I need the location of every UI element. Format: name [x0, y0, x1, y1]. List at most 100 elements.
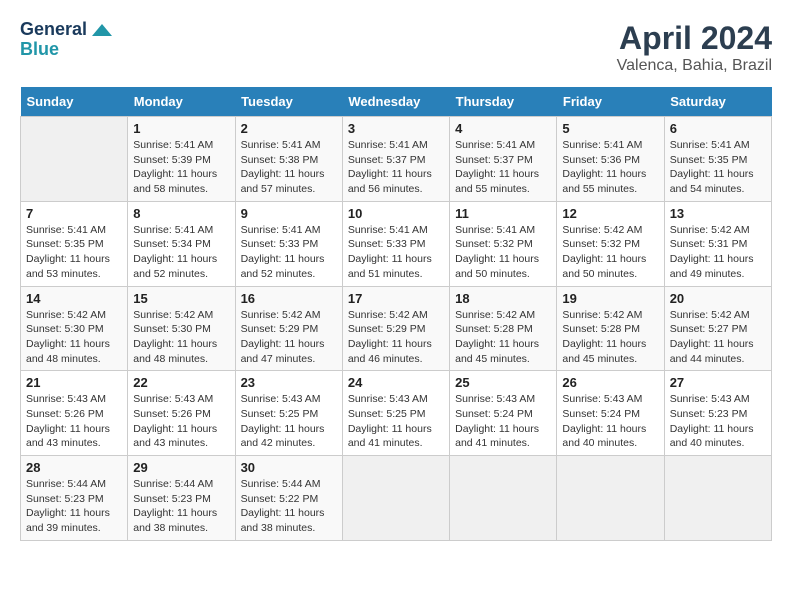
day-info: Sunrise: 5:41 AMSunset: 5:34 PMDaylight:… [133, 223, 229, 282]
day-number: 22 [133, 375, 229, 390]
calendar-cell: 26 Sunrise: 5:43 AMSunset: 5:24 PMDayligh… [557, 371, 664, 456]
day-number: 15 [133, 291, 229, 306]
day-info: Sunrise: 5:42 AMSunset: 5:30 PMDaylight:… [26, 308, 122, 367]
calendar-header-saturday: Saturday [664, 87, 771, 117]
calendar-cell [342, 456, 449, 541]
day-info: Sunrise: 5:42 AMSunset: 5:29 PMDaylight:… [348, 308, 444, 367]
day-info: Sunrise: 5:42 AMSunset: 5:28 PMDaylight:… [562, 308, 658, 367]
day-info: Sunrise: 5:44 AMSunset: 5:23 PMDaylight:… [133, 477, 229, 536]
calendar-header-thursday: Thursday [450, 87, 557, 117]
calendar-cell: 3Sunrise: 5:41 AMSunset: 5:37 PMDaylight… [342, 117, 449, 202]
calendar-cell: 16 Sunrise: 5:42 AMSunset: 5:29 PMDayligh… [235, 286, 342, 371]
day-info: Sunrise: 5:44 AMSunset: 5:22 PMDaylight:… [241, 477, 337, 536]
day-number: 20 [670, 291, 766, 306]
day-number: 5 [562, 121, 658, 136]
day-number: 9 [241, 206, 337, 221]
calendar-cell [21, 117, 128, 202]
calendar-cell: 30 Sunrise: 5:44 AMSunset: 5:22 PMDayligh… [235, 456, 342, 541]
day-info: Sunrise: 5:41 AMSunset: 5:37 PMDaylight:… [455, 138, 551, 197]
calendar-cell: 6 Sunrise: 5:41 AMSunset: 5:35 PMDaylight… [664, 117, 771, 202]
day-info: Sunrise: 5:43 AMSunset: 5:23 PMDaylight:… [670, 392, 766, 451]
calendar-header-row: SundayMondayTuesdayWednesdayThursdayFrid… [21, 87, 772, 117]
calendar-cell: 15 Sunrise: 5:42 AMSunset: 5:30 PMDayligh… [128, 286, 235, 371]
day-number: 11 [455, 206, 551, 221]
day-number: 6 [670, 121, 766, 136]
calendar-cell: 1Sunrise: 5:41 AMSunset: 5:39 PMDaylight… [128, 117, 235, 202]
calendar-cell: 19 Sunrise: 5:42 AMSunset: 5:28 PMDayligh… [557, 286, 664, 371]
day-number: 19 [562, 291, 658, 306]
day-number: 18 [455, 291, 551, 306]
day-info: Sunrise: 5:42 AMSunset: 5:29 PMDaylight:… [241, 308, 337, 367]
page-subtitle: Valenca, Bahia, Brazil [617, 57, 772, 75]
day-number: 3 [348, 121, 444, 136]
day-number: 14 [26, 291, 122, 306]
title-block: April 2024 Valenca, Bahia, Brazil [617, 20, 772, 75]
calendar-cell: 14 Sunrise: 5:42 AMSunset: 5:30 PMDayligh… [21, 286, 128, 371]
calendar-cell: 13 Sunrise: 5:42 AMSunset: 5:31 PMDayligh… [664, 201, 771, 286]
calendar-week-row: 21 Sunrise: 5:43 AMSunset: 5:26 PMDayligh… [21, 371, 772, 456]
calendar-week-row: 28 Sunrise: 5:44 AMSunset: 5:23 PMDayligh… [21, 456, 772, 541]
calendar-cell [450, 456, 557, 541]
day-info: Sunrise: 5:42 AMSunset: 5:28 PMDaylight:… [455, 308, 551, 367]
day-number: 10 [348, 206, 444, 221]
calendar-cell: 20Sunrise: 5:42 AMSunset: 5:27 PMDayligh… [664, 286, 771, 371]
calendar-cell: 2 Sunrise: 5:41 AMSunset: 5:38 PMDaylight… [235, 117, 342, 202]
calendar-cell: 18 Sunrise: 5:42 AMSunset: 5:28 PMDayligh… [450, 286, 557, 371]
calendar-cell: 22Sunrise: 5:43 AMSunset: 5:26 PMDayligh… [128, 371, 235, 456]
day-info: Sunrise: 5:43 AMSunset: 5:26 PMDaylight:… [26, 392, 122, 451]
calendar-body: 1Sunrise: 5:41 AMSunset: 5:39 PMDaylight… [21, 117, 772, 541]
calendar-cell: 7 Sunrise: 5:41 AMSunset: 5:35 PMDaylight… [21, 201, 128, 286]
day-number: 16 [241, 291, 337, 306]
day-number: 17 [348, 291, 444, 306]
calendar-table: SundayMondayTuesdayWednesdayThursdayFrid… [20, 87, 772, 541]
day-number: 13 [670, 206, 766, 221]
calendar-cell: 28 Sunrise: 5:44 AMSunset: 5:23 PMDayligh… [21, 456, 128, 541]
day-number: 1 [133, 121, 229, 136]
day-number: 26 [562, 375, 658, 390]
day-info: Sunrise: 5:43 AMSunset: 5:25 PMDaylight:… [348, 392, 444, 451]
day-info: Sunrise: 5:42 AMSunset: 5:31 PMDaylight:… [670, 223, 766, 282]
day-info: Sunrise: 5:41 AMSunset: 5:33 PMDaylight:… [348, 223, 444, 282]
calendar-cell: 24 Sunrise: 5:43 AMSunset: 5:25 PMDayligh… [342, 371, 449, 456]
day-number: 24 [348, 375, 444, 390]
page-title: April 2024 [617, 20, 772, 57]
day-info: Sunrise: 5:43 AMSunset: 5:24 PMDaylight:… [455, 392, 551, 451]
calendar-cell: 21 Sunrise: 5:43 AMSunset: 5:26 PMDayligh… [21, 371, 128, 456]
calendar-week-row: 7 Sunrise: 5:41 AMSunset: 5:35 PMDaylight… [21, 201, 772, 286]
calendar-header-friday: Friday [557, 87, 664, 117]
day-number: 7 [26, 206, 122, 221]
calendar-cell: 12Sunrise: 5:42 AMSunset: 5:32 PMDayligh… [557, 201, 664, 286]
calendar-cell: 5 Sunrise: 5:41 AMSunset: 5:36 PMDaylight… [557, 117, 664, 202]
calendar-cell: 27 Sunrise: 5:43 AMSunset: 5:23 PMDayligh… [664, 371, 771, 456]
day-number: 23 [241, 375, 337, 390]
day-number: 8 [133, 206, 229, 221]
day-info: Sunrise: 5:42 AMSunset: 5:30 PMDaylight:… [133, 308, 229, 367]
day-number: 27 [670, 375, 766, 390]
day-info: Sunrise: 5:44 AMSunset: 5:23 PMDaylight:… [26, 477, 122, 536]
day-info: Sunrise: 5:41 AMSunset: 5:35 PMDaylight:… [670, 138, 766, 197]
day-number: 4 [455, 121, 551, 136]
calendar-cell [664, 456, 771, 541]
day-info: Sunrise: 5:43 AMSunset: 5:25 PMDaylight:… [241, 392, 337, 451]
calendar-header-tuesday: Tuesday [235, 87, 342, 117]
day-number: 30 [241, 460, 337, 475]
page-header: General Blue April 2024 Valenca, Bahia, … [20, 20, 772, 75]
day-info: Sunrise: 5:41 AMSunset: 5:38 PMDaylight:… [241, 138, 337, 197]
calendar-cell: 4 Sunrise: 5:41 AMSunset: 5:37 PMDaylight… [450, 117, 557, 202]
day-number: 21 [26, 375, 122, 390]
day-number: 25 [455, 375, 551, 390]
calendar-week-row: 1Sunrise: 5:41 AMSunset: 5:39 PMDaylight… [21, 117, 772, 202]
calendar-week-row: 14 Sunrise: 5:42 AMSunset: 5:30 PMDayligh… [21, 286, 772, 371]
logo-line1: General [20, 20, 112, 40]
calendar-cell: 23 Sunrise: 5:43 AMSunset: 5:25 PMDayligh… [235, 371, 342, 456]
day-info: Sunrise: 5:42 AMSunset: 5:32 PMDaylight:… [562, 223, 658, 282]
day-number: 28 [26, 460, 122, 475]
day-info: Sunrise: 5:41 AMSunset: 5:36 PMDaylight:… [562, 138, 658, 197]
day-info: Sunrise: 5:41 AMSunset: 5:35 PMDaylight:… [26, 223, 122, 282]
day-info: Sunrise: 5:43 AMSunset: 5:24 PMDaylight:… [562, 392, 658, 451]
calendar-cell: 29Sunrise: 5:44 AMSunset: 5:23 PMDayligh… [128, 456, 235, 541]
calendar-cell: 8 Sunrise: 5:41 AMSunset: 5:34 PMDaylight… [128, 201, 235, 286]
calendar-cell: 17 Sunrise: 5:42 AMSunset: 5:29 PMDayligh… [342, 286, 449, 371]
day-number: 2 [241, 121, 337, 136]
calendar-header-sunday: Sunday [21, 87, 128, 117]
